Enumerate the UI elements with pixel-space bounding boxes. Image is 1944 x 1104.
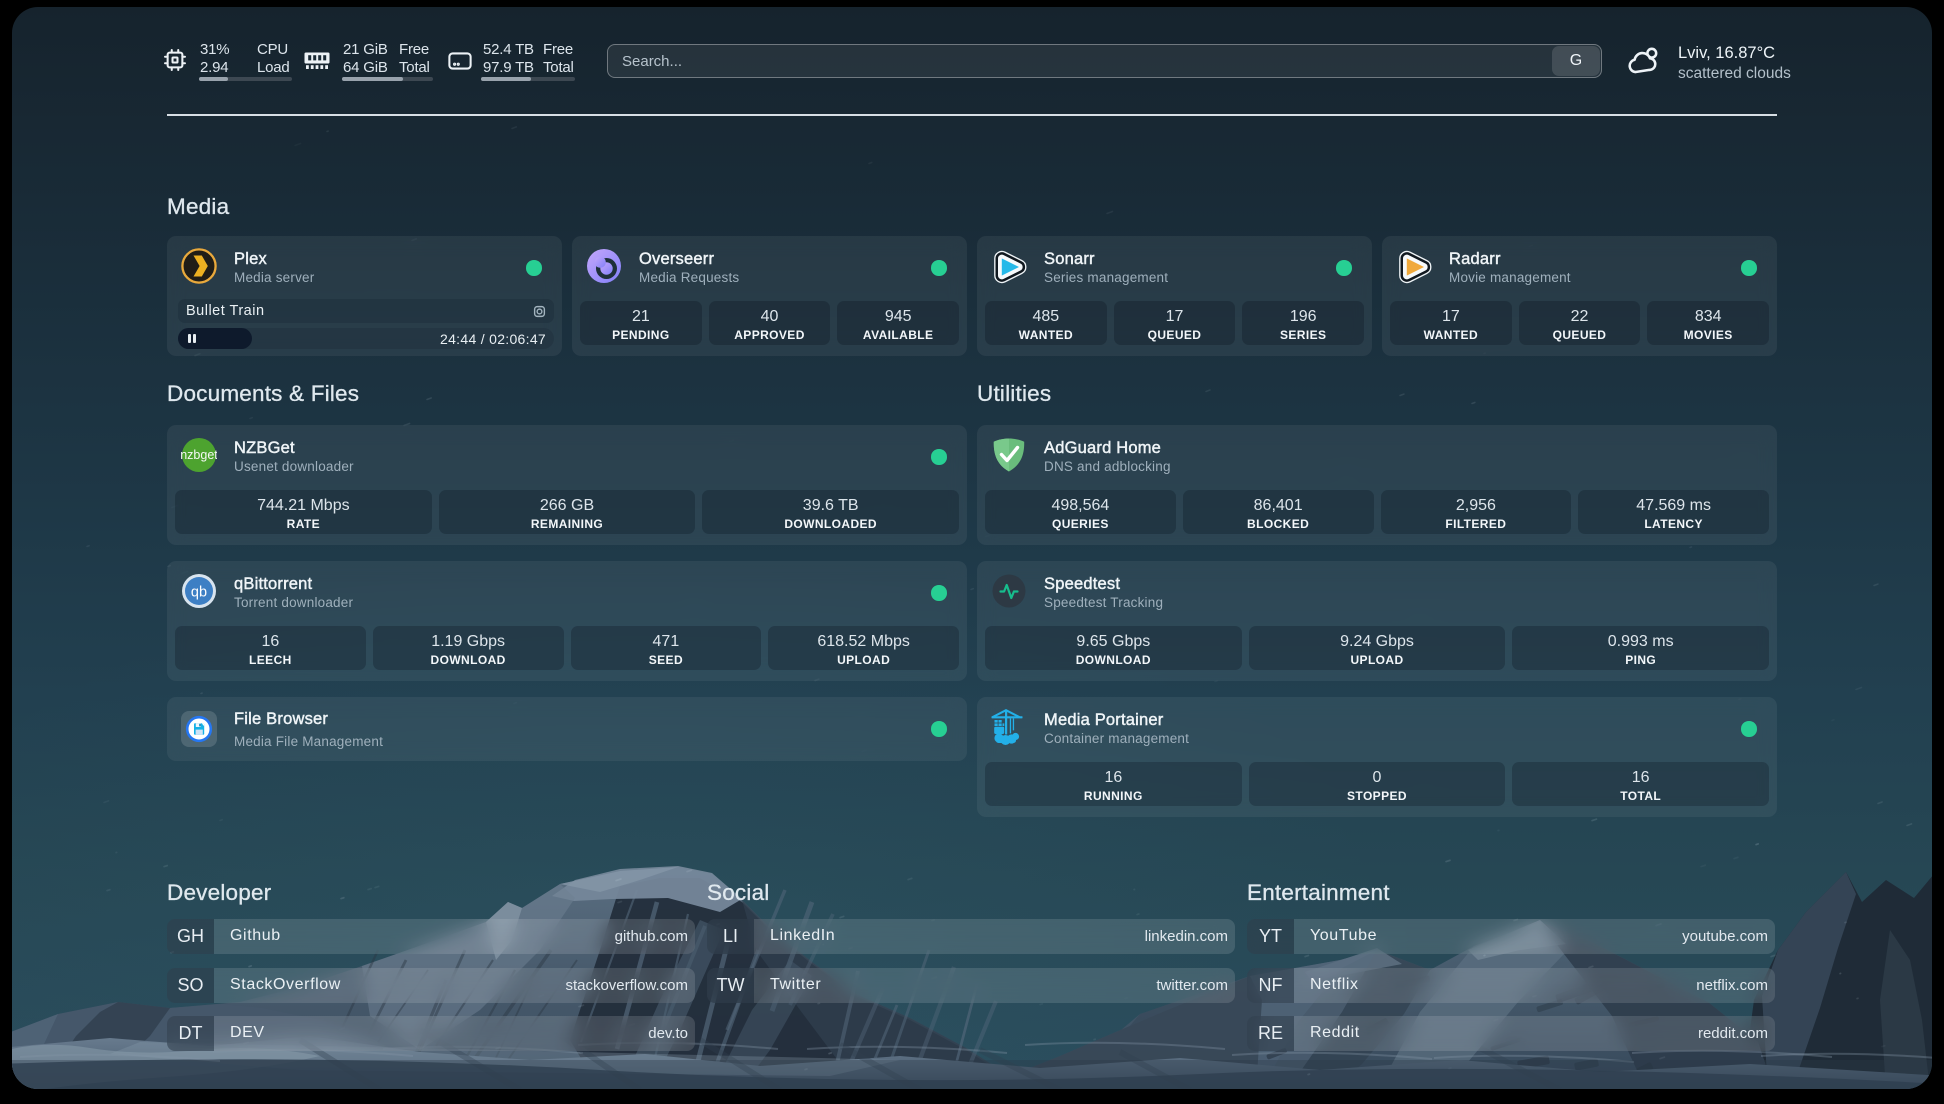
svg-text:nzbget: nzbget [181,448,217,462]
svg-text:qb: qb [191,584,207,600]
